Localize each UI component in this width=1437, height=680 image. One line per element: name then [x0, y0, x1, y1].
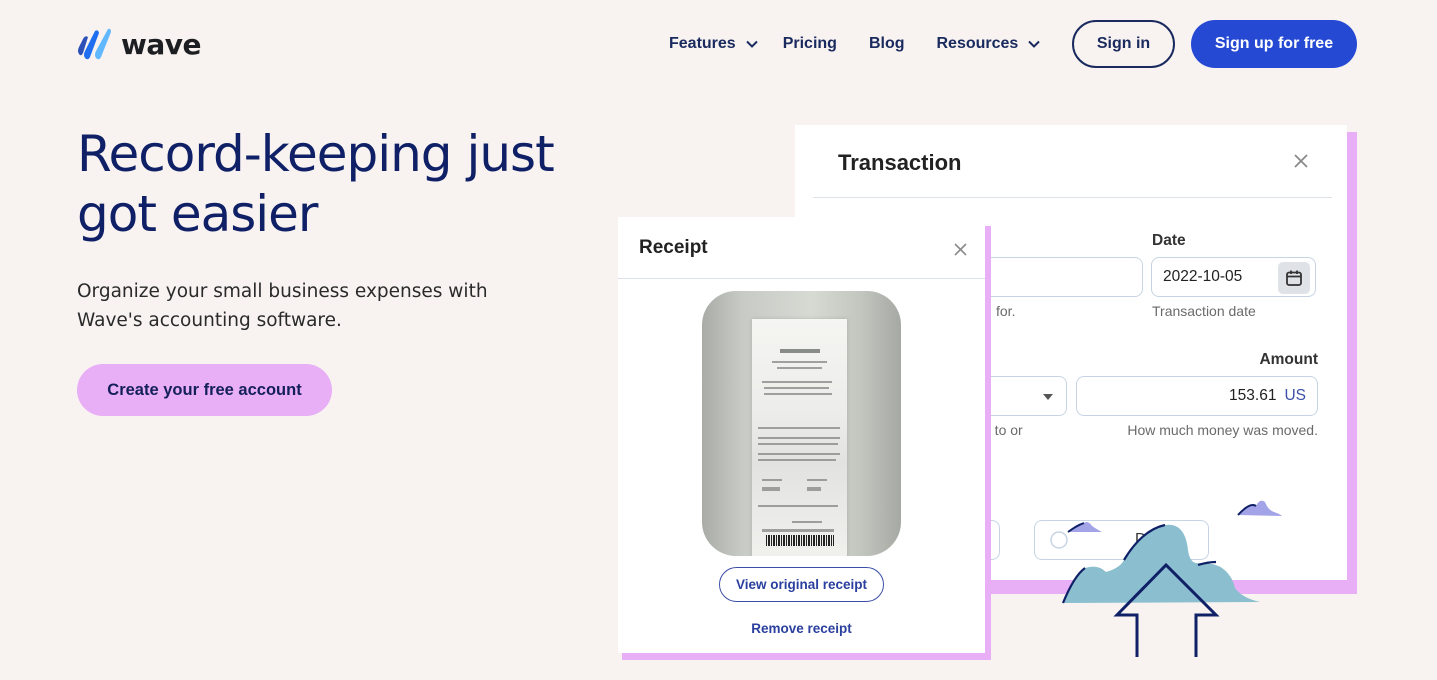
- remove-receipt-link[interactable]: Remove receipt: [719, 618, 884, 638]
- amount-help: How much money was moved.: [1127, 422, 1318, 438]
- nav-blog-label: Blog: [868, 35, 905, 52]
- calendar-icon: [1286, 270, 1302, 286]
- transaction-divider: [813, 197, 1332, 198]
- caret-down-icon: [1043, 394, 1053, 400]
- sign-up-button[interactable]: Sign up for free: [1191, 20, 1357, 68]
- hero-title-line1: Record-keeping just: [77, 125, 555, 183]
- receipt-paper-image: [752, 319, 847, 556]
- nav-pricing[interactable]: Pricing: [783, 35, 837, 53]
- amount-input[interactable]: 153.61 US: [1076, 376, 1318, 416]
- view-original-receipt-button[interactable]: View original receipt: [719, 567, 884, 602]
- hero-subtitle-line1: Organize your small business expenses wi…: [77, 281, 488, 302]
- amount-value: 153.61: [1229, 387, 1277, 404]
- chevron-down-icon: [745, 40, 758, 48]
- sign-in-button[interactable]: Sign in: [1072, 20, 1175, 68]
- chevron-down-icon: [1028, 40, 1041, 48]
- hero-title-line2: got easier: [77, 185, 318, 243]
- small-cloud-left-icon: [1068, 522, 1102, 532]
- date-value: 2022-10-05: [1163, 268, 1243, 285]
- amount-currency: US: [1284, 387, 1306, 404]
- logo-text: wave: [121, 27, 202, 61]
- date-input[interactable]: 2022-10-05: [1151, 257, 1316, 297]
- nav-resources-label: Resources: [936, 35, 1019, 52]
- cloud-upload-illustration: [1061, 500, 1282, 657]
- close-icon[interactable]: [954, 243, 967, 256]
- nav-pricing-label: Pricing: [782, 35, 837, 52]
- main-nav: Features Pricing Blog Resources: [669, 20, 1041, 68]
- wave-logo[interactable]: wave: [77, 27, 202, 61]
- receipt-barcode: [766, 535, 834, 546]
- nav-features[interactable]: Features: [669, 35, 758, 53]
- receipt-title: Receipt: [639, 237, 708, 258]
- date-label: Date: [1152, 232, 1186, 249]
- transaction-title: Transaction: [838, 150, 962, 175]
- calendar-button[interactable]: [1278, 262, 1310, 294]
- wave-logo-icon: [78, 28, 111, 60]
- close-icon[interactable]: [1292, 152, 1310, 170]
- receipt-photo: [702, 291, 901, 556]
- nav-features-label: Features: [669, 35, 736, 52]
- hero-subtitle: Organize your small business expenses wi…: [77, 277, 547, 335]
- receipt-divider: [618, 278, 985, 279]
- create-account-button[interactable]: Create your free account: [77, 364, 332, 416]
- hero-title: Record-keeping just got easier: [77, 124, 597, 244]
- hero-subtitle-line2: Wave's accounting software.: [77, 310, 342, 331]
- nav-blog[interactable]: Blog: [869, 35, 905, 53]
- big-cloud-icon: [1063, 524, 1260, 603]
- date-help: Transaction date: [1152, 303, 1256, 319]
- description-help: for.: [996, 303, 1016, 319]
- receipt-panel: Receipt View original receipt Remove rec…: [618, 217, 985, 653]
- nav-resources[interactable]: Resources: [936, 35, 1041, 53]
- amount-label: Amount: [1259, 351, 1318, 368]
